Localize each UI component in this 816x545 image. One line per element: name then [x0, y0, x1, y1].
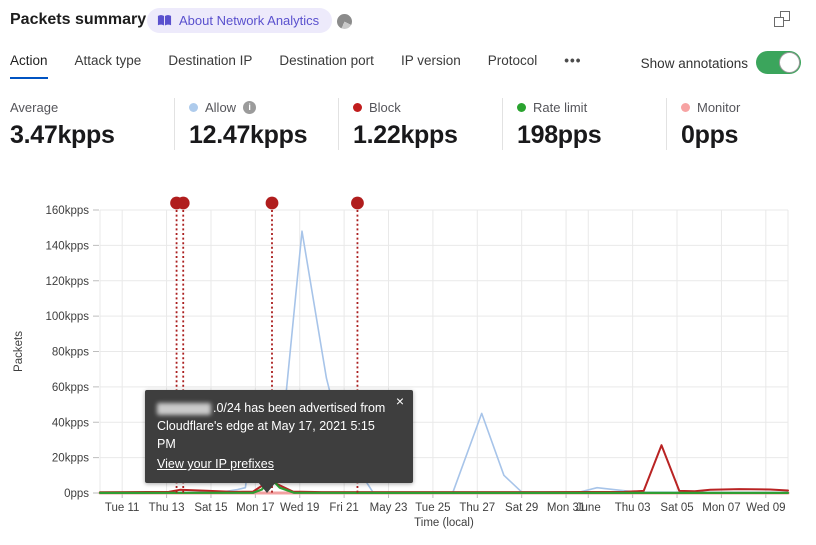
book-icon	[157, 14, 172, 27]
stat-allow-dot	[189, 102, 198, 112]
x-axis-title: Time (local)	[414, 517, 474, 529]
popout-icon[interactable]	[774, 11, 790, 27]
redacted-ip-prefix	[157, 402, 211, 415]
y-tick-label: 40kpps	[52, 417, 89, 429]
stat-monitor-dot	[681, 102, 690, 112]
view-ip-prefixes-link[interactable]: View your IP prefixes	[157, 455, 274, 473]
x-tick-label: Thu 03	[615, 502, 651, 514]
toggle-knob	[779, 52, 800, 73]
stat-allow: Allow i 12.47kpps	[174, 98, 338, 150]
x-tick-label: Sat 15	[194, 502, 227, 514]
x-tick-label: Sat 05	[660, 502, 693, 514]
x-tick-label: Wed 19	[280, 502, 319, 514]
stat-monitor: Monitor 0pps	[666, 98, 816, 150]
dimension-tabs: Action Attack type Destination IP Destinati…	[10, 53, 581, 79]
stat-rate-limit-dot	[517, 102, 526, 112]
tab-protocol[interactable]: Protocol	[488, 53, 538, 79]
x-tick-label: Fri 21	[329, 502, 358, 514]
tab-destination-ip[interactable]: Destination IP	[168, 53, 252, 79]
stat-block-value: 1.22kpps	[353, 121, 458, 149]
tab-more[interactable]: •••	[564, 53, 581, 79]
y-tick-label: 120kpps	[46, 276, 90, 288]
stat-average-label: Average	[10, 99, 59, 115]
stat-allow-value: 12.47kpps	[189, 121, 308, 149]
badge-label: About Network Analytics	[179, 13, 320, 28]
stats-row: Average 3.47kpps Allow i 12.47kpps Block 1.22k…	[10, 98, 816, 150]
stat-rate-limit-value: 198pps	[517, 121, 602, 149]
x-tick-label: Sat 29	[505, 502, 538, 514]
popout-front-square	[774, 17, 784, 27]
stat-block-dot	[353, 102, 362, 112]
y-tick-label: 20kpps	[52, 453, 89, 465]
close-icon[interactable]: ×	[396, 394, 404, 408]
x-tick-label: Thu 13	[149, 502, 185, 514]
stat-monitor-label: Monitor	[697, 99, 741, 115]
tab-ip-version[interactable]: IP version	[401, 53, 461, 79]
x-tick-label: Mon 07	[702, 502, 740, 514]
stat-average: Average 3.47kpps	[10, 98, 174, 150]
page-title: Packets summary	[10, 11, 147, 28]
y-tick-label: 0pps	[64, 488, 89, 500]
stat-monitor-value: 0pps	[681, 121, 739, 149]
about-network-analytics-badge[interactable]: About Network Analytics	[147, 8, 333, 33]
tab-action[interactable]: Action	[10, 53, 48, 79]
x-tick-label: Thu 27	[459, 502, 495, 514]
x-tick-label: Tue 11	[105, 502, 140, 514]
tooltip-arrow	[258, 481, 276, 493]
y-tick-label: 160kpps	[46, 205, 90, 217]
packets-chart[interactable]: 0pps 20kpps 40kpps 60kpps 80kpps 100kpps 120kp…	[0, 195, 816, 545]
show-annotations-label: Show annotations	[640, 56, 748, 71]
y-axis-title: Packets	[13, 331, 25, 372]
annotation-dot[interactable]	[351, 196, 364, 210]
y-tick-label: 60kpps	[52, 382, 89, 394]
stat-block-label: Block	[369, 99, 401, 115]
stat-rate-limit-label: Rate limit	[533, 99, 588, 115]
x-tick-label: June	[576, 502, 601, 514]
y-tick-label: 80kpps	[52, 347, 89, 359]
info-icon[interactable]: i	[243, 100, 257, 114]
stat-block: Block 1.22kpps	[338, 98, 502, 150]
x-tick-label: Wed 09	[746, 502, 785, 514]
usage-pie-icon[interactable]	[337, 14, 352, 29]
y-tick-label: 140kpps	[46, 240, 90, 252]
annotation-dot[interactable]	[176, 196, 190, 210]
tooltip-message-row: .0/24 has been advertised from Cloudflar…	[157, 399, 387, 453]
packets-chart-area: 0pps 20kpps 40kpps 60kpps 80kpps 100kpps 120kp…	[0, 195, 816, 545]
x-tick-label: Tue 25	[415, 502, 450, 514]
tab-destination-port[interactable]: Destination port	[279, 53, 374, 79]
x-tick-label: Mon 17	[236, 502, 274, 514]
annotation-dot[interactable]	[265, 196, 279, 210]
annotation-tooltip: × .0/24 has been advertised from Cloudfl…	[145, 390, 413, 493]
show-annotations-toggle[interactable]	[756, 51, 801, 74]
stat-average-value: 3.47kpps	[10, 121, 115, 149]
x-tick-label: May 23	[370, 502, 408, 514]
y-tick-label: 100kpps	[46, 311, 90, 323]
tab-attack-type[interactable]: Attack type	[75, 53, 142, 79]
stat-allow-label: Allow	[205, 99, 237, 115]
stat-rate-limit: Rate limit 198pps	[502, 98, 666, 150]
packets-summary-panel: Packets summary About Network Analytics …	[0, 0, 816, 545]
